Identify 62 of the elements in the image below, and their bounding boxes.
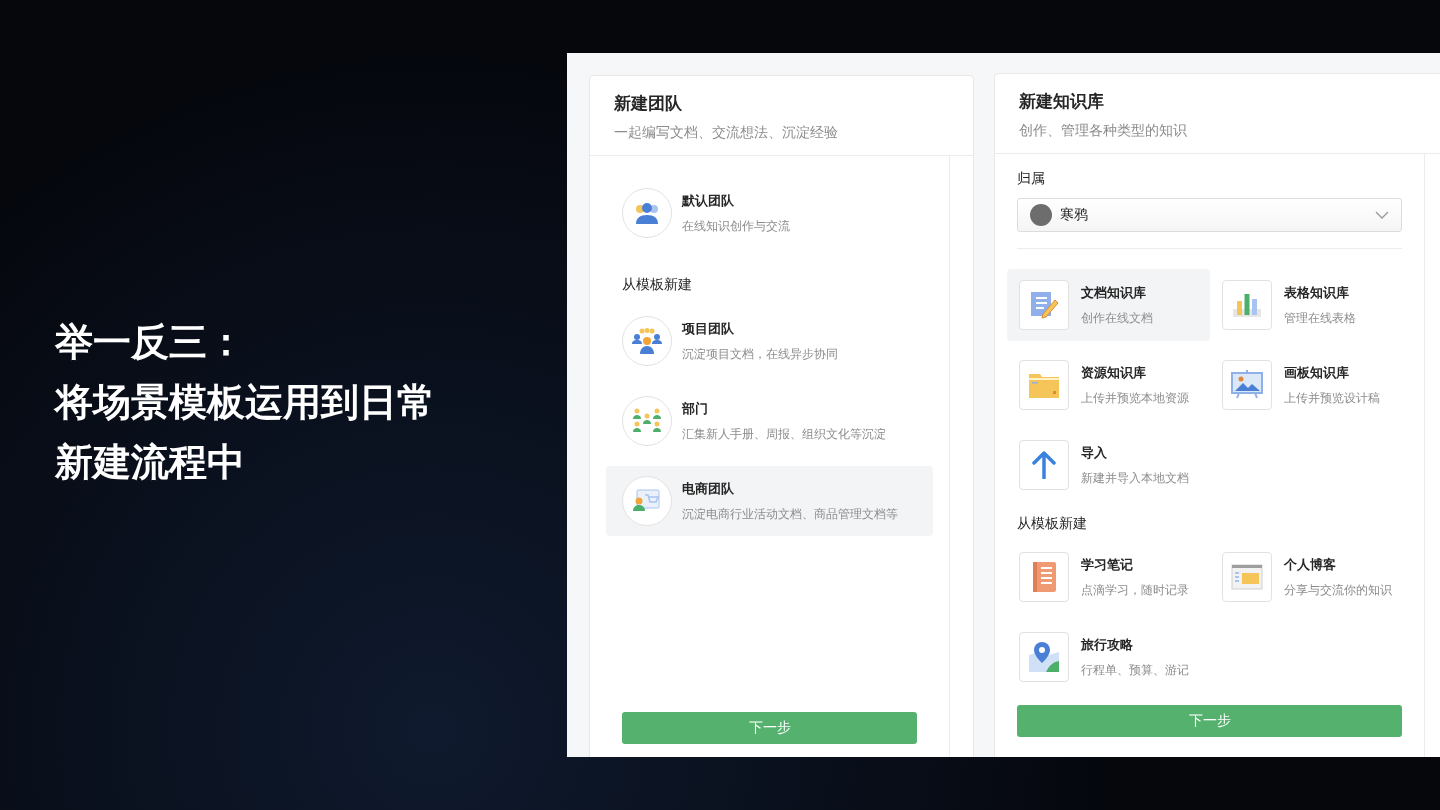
- dialog-title: 新建团队: [614, 93, 683, 115]
- option-name: 个人博客: [1284, 555, 1337, 574]
- option-item[interactable]: 表格知识库 管理在线表格: [1210, 269, 1413, 341]
- team-icon: [632, 328, 662, 354]
- webpage-icon: [1231, 564, 1263, 590]
- option-name: 默认团队: [682, 191, 735, 210]
- section-heading: 从模板新建: [1017, 515, 1088, 533]
- option-name: 资源知识库: [1081, 363, 1147, 382]
- option-name: 画板知识库: [1284, 363, 1350, 382]
- group-icon: [632, 408, 662, 434]
- option-item[interactable]: 画板知识库 上传并预览设计稿: [1210, 349, 1413, 421]
- dialog-title: 新建知识库: [1019, 91, 1105, 113]
- option-name: 项目团队: [682, 319, 735, 338]
- option-name: 表格知识库: [1284, 283, 1350, 302]
- option-description: 管理在线表格: [1284, 309, 1356, 327]
- headline-text: 举一反三：: [55, 320, 246, 365]
- document-icon: [1029, 290, 1059, 320]
- option-description: 在线知识创作与交流: [682, 217, 790, 235]
- headline-text: 新建流程中: [55, 440, 246, 485]
- option-item[interactable]: 默认团队 在线知识创作与交流: [606, 178, 933, 248]
- chevron-down-icon: [1375, 211, 1389, 219]
- option-description: 新建并导入本地文档: [1081, 469, 1189, 487]
- field-label: 归属: [1017, 170, 1046, 188]
- option-description: 上传并预览设计稿: [1284, 389, 1380, 407]
- option-description: 沉淀电商行业活动文档、商品管理文档等: [682, 505, 898, 523]
- option-description: 汇集新人手册、周报、组织文化等沉淀: [682, 425, 886, 443]
- option-name: 导入: [1081, 443, 1108, 462]
- notebook-icon: [1031, 561, 1057, 593]
- dialog-subtitle: 创作、管理各种类型的知识: [1019, 122, 1188, 140]
- people-icon: [633, 200, 661, 226]
- option-name: 部门: [682, 399, 709, 418]
- option-name: 旅行攻略: [1081, 635, 1134, 654]
- option-description: 分享与交流你的知识: [1284, 581, 1392, 599]
- option-item[interactable]: 个人博客 分享与交流你的知识: [1210, 541, 1413, 613]
- option-item[interactable]: 项目团队 沉淀项目文档，在线异步协同: [606, 306, 933, 376]
- option-description: 沉淀项目文档，在线异步协同: [682, 345, 838, 363]
- option-item[interactable]: 部门 汇集新人手册、周报、组织文化等沉淀: [606, 386, 933, 456]
- option-name: 文档知识库: [1081, 283, 1147, 302]
- option-description: 行程单、预算、游记: [1081, 661, 1189, 679]
- option-description: 上传并预览本地资源: [1081, 389, 1189, 407]
- option-item[interactable]: 电商团队 沉淀电商行业活动文档、商品管理文档等: [606, 466, 933, 536]
- option-item[interactable]: 文档知识库 创作在线文档: [1007, 269, 1210, 341]
- dialog-subtitle: 一起编写文档、交流想法、沉淀经验: [614, 124, 839, 142]
- owner-value: 寒鸦: [1060, 206, 1089, 224]
- option-description: 点滴学习，随时记录: [1081, 581, 1189, 599]
- owner-select[interactable]: 寒鸦: [1017, 198, 1402, 232]
- upload-icon: [1031, 451, 1057, 479]
- section-heading: 从模板新建: [622, 276, 693, 294]
- headline-text: 将场景模板运用到日常: [55, 380, 436, 425]
- option-name: 电商团队: [682, 479, 735, 498]
- avatar-icon: [1030, 204, 1052, 226]
- option-item[interactable]: 资源知识库 上传并预览本地资源: [1007, 349, 1210, 421]
- option-description: 创作在线文档: [1081, 309, 1153, 327]
- folder-icon: [1028, 371, 1060, 399]
- option-item[interactable]: 旅行攻略 行程单、预算、游记: [1007, 621, 1210, 693]
- option-item[interactable]: 学习笔记 点滴学习，随时记录: [1007, 541, 1210, 613]
- bar-chart-icon: [1232, 291, 1262, 319]
- map-pin-icon: [1028, 641, 1060, 673]
- easel-icon: [1231, 370, 1263, 400]
- shopping-cart-icon: [633, 489, 661, 513]
- option-item[interactable]: 导入 新建并导入本地文档: [1007, 429, 1210, 501]
- option-name: 学习笔记: [1081, 555, 1134, 574]
